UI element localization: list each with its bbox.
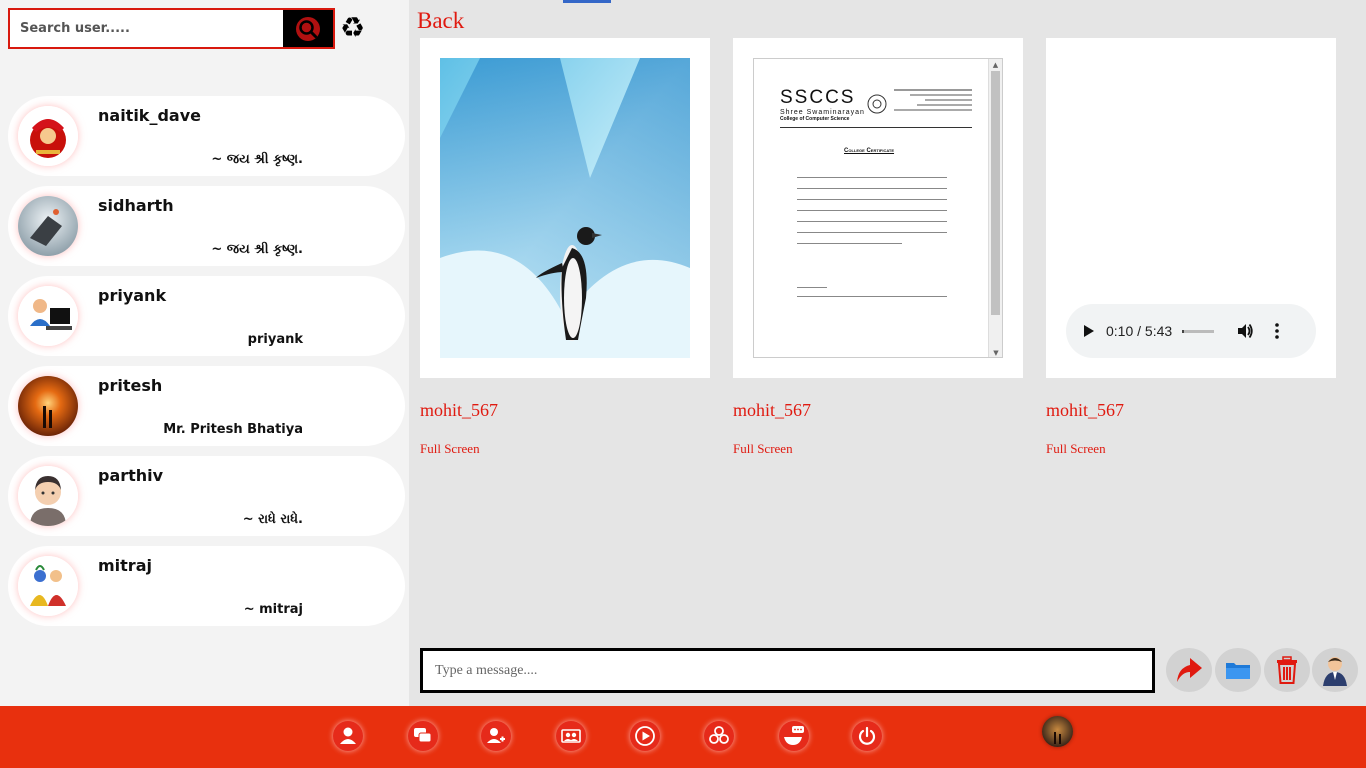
nav-circle-button[interactable] — [704, 721, 734, 751]
user-item-mitraj[interactable]: mitraj ~ mitraj — [8, 546, 405, 626]
folder-icon — [1226, 663, 1250, 679]
more-options-button[interactable] — [1266, 320, 1288, 342]
user-list: naitik_dave ~ જય શ્રી કૃષ્ણ. sidharth ~ … — [8, 96, 405, 636]
user-name: pritesh — [98, 376, 163, 395]
user-profile-icon — [1323, 657, 1347, 686]
college-short: SSCCS — [780, 87, 856, 108]
college-line1: Shree Swaminarayan — [780, 109, 865, 116]
trash-icon — [1277, 656, 1297, 684]
user-item-priyank[interactable]: priyank priyank — [8, 276, 405, 356]
media-owner: mohit_567 — [420, 400, 499, 420]
search-input[interactable] — [10, 10, 283, 47]
avatar — [18, 466, 78, 526]
send-button[interactable] — [1166, 648, 1212, 692]
nav-user-add-button[interactable] — [481, 721, 511, 751]
recycle-icon[interactable]: ♻ — [340, 12, 370, 44]
notification-icon — [784, 726, 804, 745]
more-vert-icon — [1275, 323, 1279, 339]
avatar[interactable] — [1042, 716, 1073, 747]
send-arrow-icon — [1177, 658, 1202, 682]
user-item-sidharth[interactable]: sidharth ~ જય શ્રી કૃષ્ણ. — [8, 186, 405, 266]
user-add-icon — [487, 728, 505, 743]
user-name: sidharth — [98, 196, 174, 215]
avatar — [18, 556, 78, 616]
play-button[interactable] — [1078, 321, 1098, 341]
user-status: ~ mitraj — [243, 602, 303, 617]
avatar — [18, 196, 78, 256]
certificate-body — [797, 177, 947, 254]
certificate-footer — [797, 287, 947, 297]
chat-icon — [414, 728, 432, 743]
user-status: ~ જય શ્રી કૃષ્ણ. — [211, 152, 303, 167]
college-logo — [867, 94, 887, 114]
group-icon — [561, 729, 581, 743]
fullscreen-link[interactable]: Full Screen — [420, 441, 480, 457]
nav-logout-button[interactable] — [852, 721, 882, 751]
audio-player: 0:10 / 5:43 — [1066, 304, 1316, 358]
audio-progress[interactable] — [1182, 329, 1215, 333]
play-icon — [1084, 325, 1094, 337]
avatar — [18, 106, 78, 166]
user-profile-button[interactable] — [1312, 648, 1358, 692]
user-name: naitik_dave — [98, 106, 201, 125]
document-scrollbar[interactable]: ▲ ▼ — [988, 59, 1002, 357]
search-button[interactable] — [283, 10, 333, 47]
search-icon — [296, 16, 320, 41]
document-address — [894, 89, 972, 114]
user-name: mitraj — [98, 556, 152, 575]
user-status: ~ જય શ્રી કૃષ્ણ. — [211, 242, 303, 257]
volume-button[interactable] — [1234, 320, 1256, 342]
document-header: SSCCS Shree Swaminarayan College of Comp… — [780, 87, 865, 122]
sidebar: ♻ naitik_dave ~ જય શ્રી કૃષ્ણ. — [0, 0, 409, 706]
document-rule — [780, 127, 972, 128]
media-owner: mohit_567 — [1046, 400, 1125, 420]
nav-profile-button[interactable] — [333, 721, 363, 751]
circle-icon — [709, 726, 729, 744]
media-card-image[interactable] — [420, 38, 710, 378]
scrollbar-thumb[interactable] — [991, 71, 1000, 315]
user-name: priyank — [98, 286, 167, 305]
profile-icon — [340, 727, 356, 744]
penguin-image — [440, 58, 690, 358]
user-item-pritesh[interactable]: pritesh Mr. Pritesh Bhatiya — [8, 366, 405, 446]
power-icon — [858, 726, 876, 745]
audio-progress-fill — [1182, 329, 1185, 333]
media-owner: mohit_567 — [733, 400, 812, 420]
nav-chat-button[interactable] — [408, 721, 438, 751]
user-item-naitik-dave[interactable]: naitik_dave ~ જય શ્રી કૃષ્ણ. — [8, 96, 405, 176]
user-name: parthiv — [98, 466, 164, 485]
avatar — [18, 286, 78, 346]
nav-notification-button[interactable] — [779, 721, 809, 751]
tab-indicator — [563, 0, 611, 3]
delete-button[interactable] — [1264, 648, 1310, 692]
attach-button[interactable] — [1215, 648, 1261, 692]
nav-group-button[interactable] — [556, 721, 586, 751]
message-input[interactable] — [420, 648, 1155, 693]
user-status: priyank — [247, 332, 303, 347]
audio-time: 0:10 / 5:43 — [1106, 323, 1173, 339]
volume-icon — [1238, 323, 1253, 339]
document-preview: SSCCS Shree Swaminarayan College of Comp… — [753, 58, 1003, 358]
media-card-document[interactable]: SSCCS Shree Swaminarayan College of Comp… — [733, 38, 1023, 378]
college-line2: College of Computer Science — [780, 116, 850, 122]
fullscreen-link[interactable]: Full Screen — [1046, 441, 1106, 457]
avatar — [18, 376, 78, 436]
certificate-title: College Certificate — [844, 148, 895, 154]
search-box — [8, 8, 335, 49]
video-icon — [635, 726, 655, 746]
fullscreen-link[interactable]: Full Screen — [733, 441, 793, 457]
bottom-nav-bar — [0, 706, 1366, 768]
media-card-audio[interactable]: 0:10 / 5:43 — [1046, 38, 1336, 378]
nav-video-button[interactable] — [630, 721, 660, 751]
back-link[interactable]: Back — [417, 8, 464, 34]
user-status: ~ રાધે રાધે. — [242, 512, 303, 527]
user-item-parthiv[interactable]: parthiv ~ રાધે રાધે. — [8, 456, 405, 536]
user-status: Mr. Pritesh Bhatiya — [163, 422, 303, 437]
